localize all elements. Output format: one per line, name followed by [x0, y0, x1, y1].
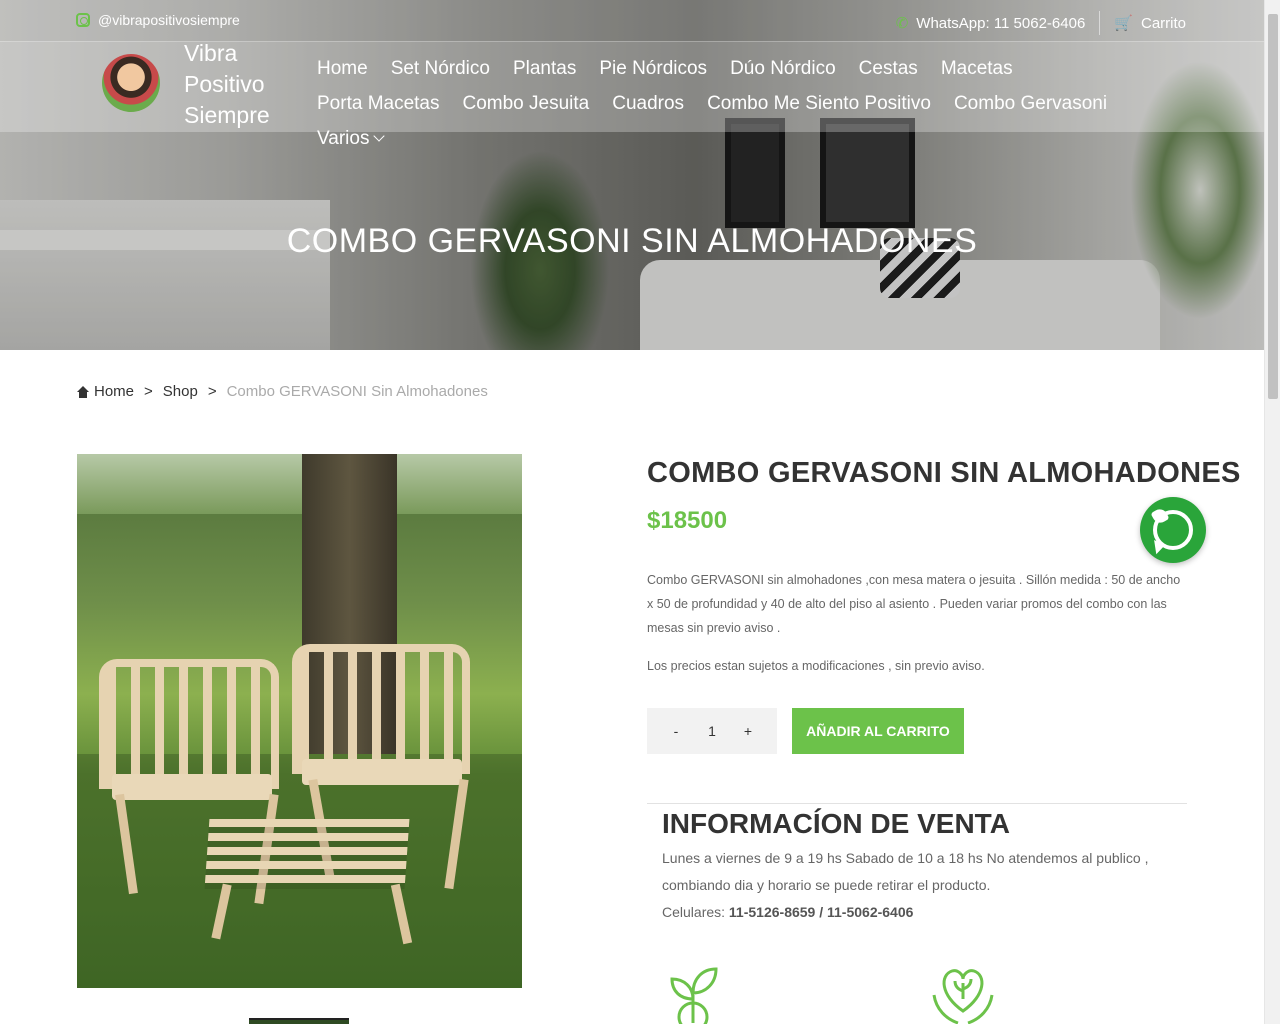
instagram-icon	[76, 13, 90, 27]
brand-line-3: Siempre	[184, 102, 270, 128]
nav-item-porta-macetas[interactable]: Porta Macetas	[317, 91, 440, 116]
whatsapp-float-button[interactable]	[1140, 497, 1206, 563]
add-to-cart-button[interactable]: AÑADIR AL CARRITO	[792, 708, 964, 754]
sale-info-text: Lunes a viernes de 9 a 19 hs Sabado de 1…	[662, 845, 1182, 926]
breadcrumb-home[interactable]: Home	[76, 383, 134, 400]
brand-line-1: Vibra	[184, 40, 238, 66]
phone-icon: ✆	[895, 15, 909, 32]
phones-value: 11-5126-8659 / 11-5062-6406	[728, 904, 914, 920]
sale-hours: Lunes a viernes de 9 a 19 hs Sabado de 1…	[662, 850, 1149, 893]
instagram-handle: @vibrapositivosiempre	[98, 12, 240, 28]
nav-item-macetas[interactable]: Macetas	[941, 56, 1013, 81]
product-thumbnail[interactable]	[249, 1018, 349, 1024]
breadcrumb-shop[interactable]: Shop	[163, 383, 198, 400]
quantity-stepper: - 1 +	[647, 708, 777, 754]
breadcrumb-separator: >	[144, 383, 153, 400]
quantity-increase-button[interactable]: +	[741, 723, 755, 739]
nav-item-combo-me-siento-positivo[interactable]: Combo Me Siento Positivo	[707, 91, 931, 116]
breadcrumb-current: Combo GERVASONI Sin Almohadones	[226, 383, 488, 400]
phones-label: Celulares:	[662, 904, 726, 920]
product-image[interactable]	[77, 454, 522, 988]
nav-item-combo-jesuita[interactable]: Combo Jesuita	[463, 91, 590, 116]
chevron-down-icon	[373, 130, 386, 142]
hero-title: COMBO GERVASONI SIN ALMOHADONES	[286, 222, 978, 260]
main-menu: Home Set Nórdico Plantas Pie Nórdicos Dú…	[317, 56, 1117, 151]
product-title: COMBO GERVASONI SIN ALMOHADONES	[647, 457, 1241, 489]
breadcrumb-home-label: Home	[94, 383, 135, 400]
breadcrumb-separator: >	[207, 383, 217, 400]
nav-item-varios-label: Varios	[317, 128, 370, 149]
nav-item-set-nordico[interactable]: Set Nórdico	[391, 56, 490, 81]
cart-icon: 🛒	[1114, 15, 1133, 32]
nav-item-varios[interactable]: Varios	[317, 126, 386, 151]
sale-info-title: INFORMACÍON DE VENTA	[662, 808, 1010, 839]
brand-line-2: Positivo	[184, 71, 265, 97]
product-description: Combo GERVASONI sin almohadones ,con mes…	[647, 573, 1181, 635]
whatsapp-label: WhatsApp: 11 5062-6406	[916, 14, 1086, 32]
section-divider	[647, 803, 1187, 804]
scrollbar-thumb[interactable]	[1268, 14, 1278, 399]
breadcrumb: Home > Shop > Combo GERVASONI Sin Almoha…	[76, 383, 488, 400]
page: COMBO GERVASONI SIN ALMOHADONES @vibrapo…	[0, 0, 1264, 1024]
plant-icon	[670, 967, 718, 1024]
nav-item-cuadros[interactable]: Cuadros	[612, 91, 684, 116]
brand-logo[interactable]	[102, 54, 160, 112]
instagram-link[interactable]: @vibrapositivosiempre	[76, 12, 240, 28]
nav-item-combo-gervasoni[interactable]: Combo Gervasoni	[954, 91, 1107, 116]
top-bar: @vibrapositivosiempre ✆ WhatsApp: 11 506…	[0, 0, 1264, 42]
home-icon	[76, 385, 90, 398]
vertical-scrollbar[interactable]	[1264, 0, 1280, 1024]
nav-item-cestas[interactable]: Cestas	[859, 56, 918, 81]
whatsapp-link[interactable]: ✆ WhatsApp: 11 5062-6406	[895, 14, 1086, 33]
quantity-decrease-button[interactable]: -	[669, 723, 683, 739]
quantity-input[interactable]: 1	[708, 723, 716, 739]
nav-item-plantas[interactable]: Plantas	[513, 56, 576, 81]
brand-name[interactable]: Vibra Positivo Siempre	[184, 38, 270, 131]
topbar-divider	[1099, 11, 1101, 35]
nav-item-duo-nordico[interactable]: Dúo Nórdico	[730, 56, 836, 81]
cart-link[interactable]: 🛒 Carrito	[1114, 14, 1186, 33]
cart-label: Carrito	[1140, 14, 1186, 32]
nav-item-home[interactable]: Home	[317, 56, 368, 81]
price-disclaimer: Los precios estan sujetos a modificacion…	[647, 659, 985, 673]
product-price: $18500	[647, 507, 728, 534]
sale-phones: Celulares: 11-5126-8659 / 11-5062-6406	[662, 899, 1182, 926]
heart-hands-icon	[932, 969, 994, 1024]
nav-item-pie-nordicos[interactable]: Pie Nórdicos	[599, 56, 707, 81]
